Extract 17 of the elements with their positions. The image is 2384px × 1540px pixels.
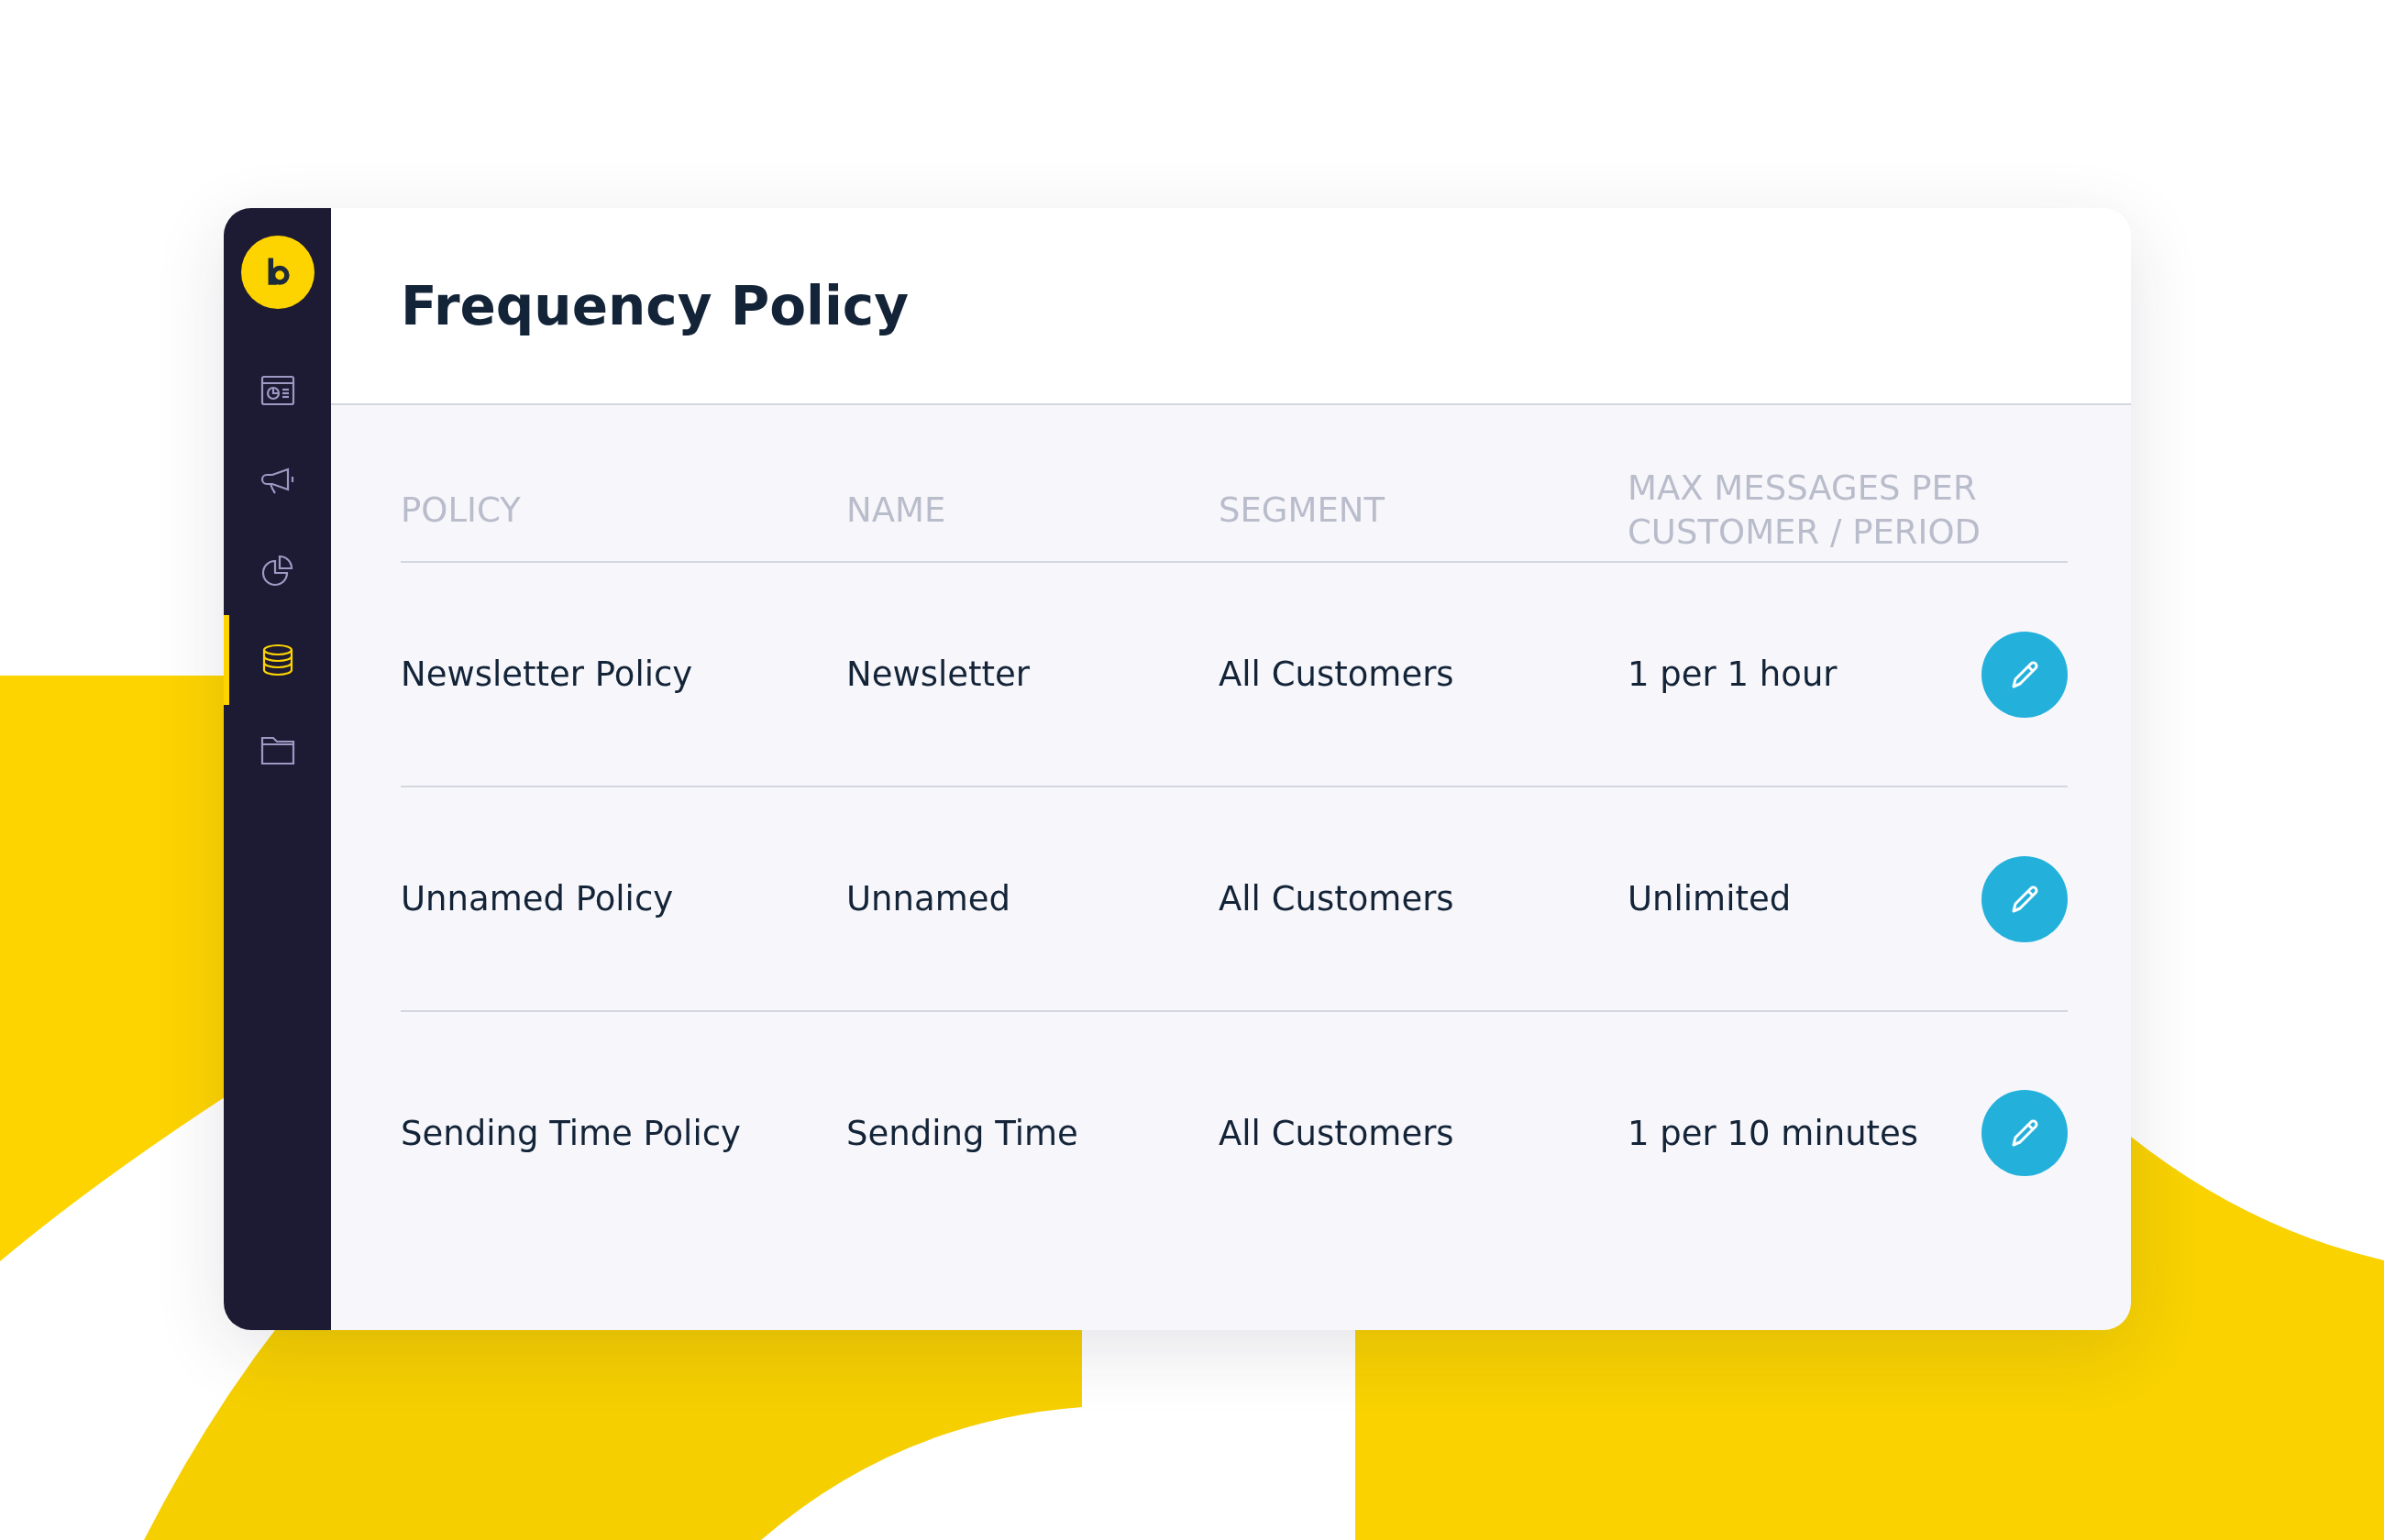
table-cell-text: Unlimited [1628, 879, 1793, 918]
table-cell-text: Unnamed Policy [401, 879, 675, 918]
table-cell-text: Newsletter Policy [401, 654, 694, 694]
table-cell-text: Newsletter [846, 654, 1031, 694]
page-title: Frequency Policy [401, 274, 909, 337]
table-cell-text: All Customers [1219, 654, 1455, 694]
table-cell-text: 1 per 1 hour [1628, 654, 1838, 694]
table-cell-text: Sending Time Policy [401, 1113, 742, 1153]
table-cell-text: 1 per 10 minutes [1628, 1113, 1920, 1153]
table-cell-text: All Customers [1219, 1113, 1455, 1153]
column-header: SEGMENT [1219, 490, 1386, 532]
column-header: MAX MESSAGES PER CUSTOMER / PERIOD [1628, 468, 1982, 554]
table-cell-text: Sending Time [846, 1113, 1079, 1153]
table-cell-text: All Customers [1219, 879, 1455, 918]
table-cell-text: Unnamed [846, 879, 1011, 918]
column-header: POLICY [401, 490, 522, 532]
column-header: NAME [846, 490, 947, 532]
